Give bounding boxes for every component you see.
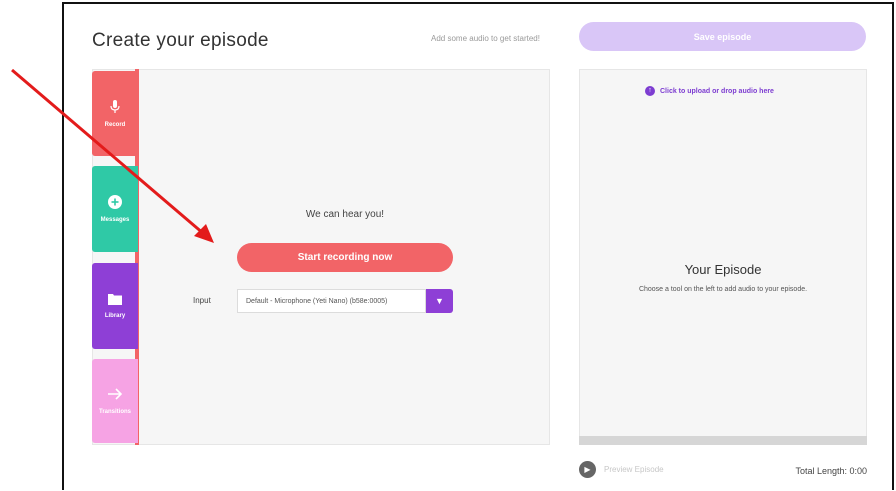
annotation-arrow-icon xyxy=(11,68,214,243)
